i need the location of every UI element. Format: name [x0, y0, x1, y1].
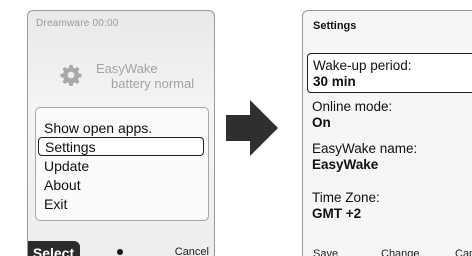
battery-status: battery normal: [111, 76, 195, 91]
field-value: 30 min: [313, 74, 356, 89]
time-zone-field[interactable]: Time Zone: GMT +2: [312, 190, 472, 222]
options-menu: Show open apps. Settings Update About Ex…: [35, 107, 209, 221]
dot-icon[interactable]: [117, 249, 123, 255]
main-menu-screen: Dreamware 00:00 EasyWake battery normal …: [27, 10, 215, 256]
field-label: Wake-up period:: [313, 58, 412, 73]
arrow-right-icon: [226, 100, 278, 156]
save-softkey[interactable]: Save: [313, 248, 338, 256]
cancel-softkey[interactable]: Cancel: [455, 248, 472, 256]
softkey-bar: Save Change Cancel: [303, 245, 472, 256]
menu-item-settings[interactable]: Settings: [38, 137, 204, 156]
menu-item-about[interactable]: About: [44, 176, 81, 195]
wake-up-period-field[interactable]: Wake-up period: 30 min: [307, 53, 472, 93]
select-softkey[interactable]: Select: [28, 241, 80, 256]
field-label: Online mode:: [312, 99, 393, 114]
gear-icon: [60, 64, 82, 86]
easywake-name-field[interactable]: EasyWake name: EasyWake: [312, 141, 472, 173]
app-info: EasyWake battery normal: [96, 61, 194, 91]
field-label: EasyWake name:: [312, 141, 418, 156]
menu-item-update[interactable]: Update: [44, 157, 89, 176]
field-label: Time Zone:: [312, 190, 380, 205]
cancel-softkey[interactable]: Cancel: [175, 246, 209, 256]
page-title: Settings: [313, 20, 357, 32]
field-value: GMT +2: [312, 206, 362, 221]
change-softkey[interactable]: Change: [381, 248, 420, 256]
field-value: EasyWake: [312, 157, 379, 172]
field-value: On: [312, 115, 331, 130]
settings-screen: Settings Wake-up period: 30 min Online m…: [302, 10, 472, 256]
menu-item-exit[interactable]: Exit: [44, 195, 67, 214]
menu-item-show-open-apps[interactable]: Show open apps.: [44, 119, 152, 138]
app-name: EasyWake: [96, 61, 158, 76]
softkey-bar: Select Cancel: [28, 241, 214, 256]
status-header: Dreamware 00:00: [36, 18, 119, 29]
online-mode-field[interactable]: Online mode: On: [312, 99, 472, 131]
